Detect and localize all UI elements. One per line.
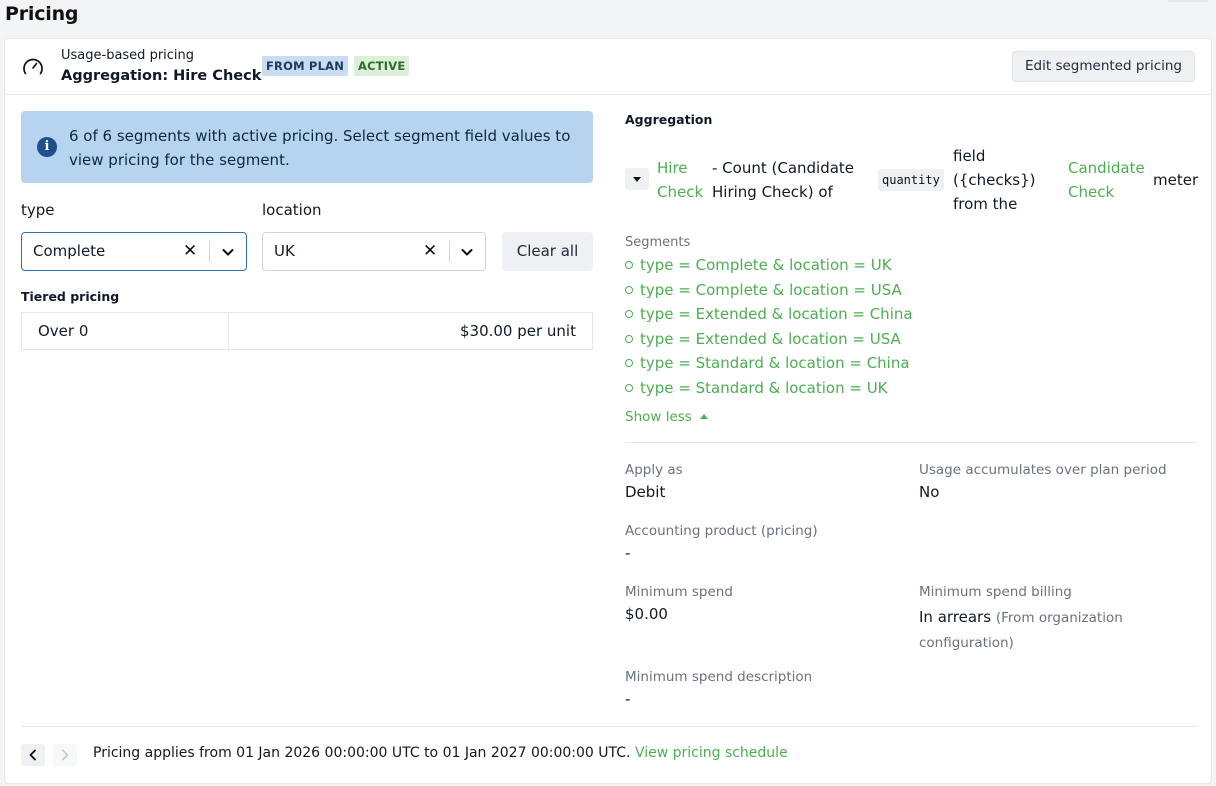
usage-accumulates-label: Usage accumulates over plan period bbox=[919, 462, 1167, 478]
tiered-pricing-table: Over 0 $30.00 per unit bbox=[21, 312, 593, 350]
field-description: field ({checks}) from the bbox=[953, 147, 1036, 213]
field-code: quantity bbox=[878, 169, 944, 191]
from-plan-badge: FROM PLAN bbox=[262, 56, 349, 76]
divider bbox=[625, 442, 1197, 443]
usage-accumulates-value: No bbox=[919, 483, 940, 501]
segment-item[interactable]: type = Extended & location = China bbox=[625, 302, 913, 327]
segment-item[interactable]: type = Complete & location = USA bbox=[625, 278, 913, 303]
view-pricing-schedule-link[interactable]: View pricing schedule bbox=[635, 745, 788, 761]
type-label: type bbox=[21, 201, 55, 219]
next-schedule-button[interactable] bbox=[53, 744, 77, 766]
select-separator bbox=[449, 241, 450, 262]
aggregation-description: - Count (Candidate Hiring Check) of bbox=[712, 159, 855, 201]
aggregation-link[interactable]: Hire Check bbox=[657, 156, 703, 204]
segment-item[interactable]: type = Extended & location = USA bbox=[625, 327, 913, 352]
segment-item[interactable]: type = Complete & location = UK bbox=[625, 253, 913, 278]
minimum-spend-value: $0.00 bbox=[625, 605, 668, 623]
clear-all-button[interactable]: Clear all bbox=[502, 232, 593, 271]
minimum-spend-description-value: - bbox=[625, 690, 631, 708]
chevron-right-icon bbox=[62, 749, 69, 761]
location-clear-icon[interactable]: ✕ bbox=[423, 233, 437, 270]
meter-link[interactable]: Candidate Check bbox=[1068, 156, 1145, 204]
bullet-icon bbox=[625, 383, 633, 392]
chevron-left-icon bbox=[29, 749, 36, 761]
tiered-pricing-label: Tiered pricing bbox=[21, 289, 120, 304]
tier-range: Over 0 bbox=[22, 313, 229, 349]
type-select[interactable]: Complete ✕ bbox=[21, 232, 247, 271]
bullet-icon bbox=[625, 334, 633, 343]
info-text: 6 of 6 segments with active pricing. Sel… bbox=[69, 127, 571, 169]
footer-divider bbox=[21, 726, 1197, 727]
caret-up-icon bbox=[699, 414, 708, 419]
gauge-icon bbox=[23, 58, 43, 75]
segments-label: Segments bbox=[625, 235, 691, 250]
card-header: Usage-based pricing Aggregation: Hire Ch… bbox=[5, 39, 1211, 95]
apply-as-label: Apply as bbox=[625, 462, 683, 478]
location-select[interactable]: UK ✕ bbox=[262, 232, 486, 271]
expand-toggle-button[interactable] bbox=[625, 168, 649, 190]
header-title: Aggregation: Hire Check bbox=[61, 68, 262, 84]
location-select-value: UK bbox=[274, 242, 295, 260]
chevron-down-icon[interactable] bbox=[460, 245, 474, 259]
accounting-product-label: Accounting product (pricing) bbox=[625, 523, 818, 539]
bullet-icon bbox=[625, 310, 633, 319]
select-separator bbox=[209, 241, 210, 262]
active-badge: ACTIVE bbox=[354, 56, 410, 76]
minimum-spend-label: Minimum spend bbox=[625, 584, 733, 600]
info-banner: i 6 of 6 segments with active pricing. S… bbox=[21, 111, 593, 183]
page-title: Pricing bbox=[5, 3, 79, 25]
segment-item[interactable]: type = Standard & location = UK bbox=[625, 376, 913, 401]
minimum-spend-billing-value: In arrears (From organization configurat… bbox=[919, 608, 1123, 651]
info-icon: i bbox=[37, 137, 57, 157]
edit-segmented-pricing-button[interactable]: Edit segmented pricing bbox=[1012, 51, 1195, 82]
header-subtitle: Usage-based pricing bbox=[61, 48, 195, 63]
apply-as-value: Debit bbox=[625, 483, 666, 501]
pricing-period-text: Pricing applies from 01 Jan 2026 00:00:0… bbox=[93, 745, 788, 761]
segment-item[interactable]: type = Standard & location = China bbox=[625, 351, 913, 376]
pricing-card: Usage-based pricing Aggregation: Hire Ch… bbox=[4, 38, 1212, 784]
chevron-down-icon[interactable] bbox=[221, 245, 235, 259]
show-less-link[interactable]: Show less bbox=[625, 409, 708, 425]
minimum-spend-description-label: Minimum spend description bbox=[625, 669, 813, 685]
tier-price: $30.00 per unit bbox=[459, 322, 576, 340]
type-select-value: Complete bbox=[33, 242, 106, 260]
type-clear-icon[interactable]: ✕ bbox=[183, 233, 197, 270]
bullet-icon bbox=[625, 261, 633, 269]
accounting-product-value: - bbox=[625, 544, 631, 562]
bullet-icon bbox=[625, 285, 633, 294]
minimum-spend-billing-label: Minimum spend billing bbox=[919, 584, 1072, 600]
aggregation-heading: Aggregation bbox=[625, 112, 713, 127]
bullet-icon bbox=[625, 359, 633, 368]
segment-list: type = Complete & location = UK type = C… bbox=[625, 253, 913, 401]
meter-word: meter bbox=[1153, 171, 1199, 189]
previous-schedule-button[interactable] bbox=[21, 744, 45, 766]
corner-decoration bbox=[1168, 0, 1208, 2]
location-label: location bbox=[262, 201, 322, 219]
